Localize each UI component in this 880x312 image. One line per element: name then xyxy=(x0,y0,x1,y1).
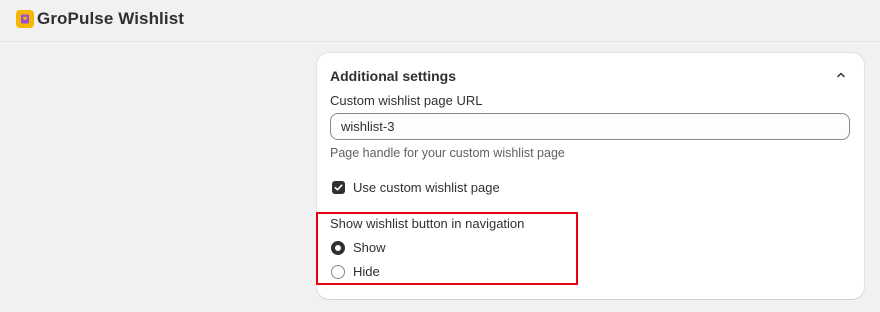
use-custom-page-checkbox[interactable] xyxy=(332,181,345,194)
chevron-up-icon[interactable] xyxy=(833,67,849,83)
additional-settings-card: Additional settings Custom wishlist page… xyxy=(317,53,864,299)
hide-radio[interactable] xyxy=(331,265,345,279)
wishlist-url-label: Custom wishlist page URL xyxy=(330,93,483,108)
wishlist-url-input[interactable] xyxy=(330,113,850,140)
wishlist-url-help-text: Page handle for your custom wishlist pag… xyxy=(330,146,565,160)
top-bar: GroPulse Wishlist xyxy=(0,0,880,42)
show-radio-label[interactable]: Show xyxy=(353,240,386,255)
use-custom-page-label[interactable]: Use custom wishlist page xyxy=(353,180,500,195)
hide-radio-label[interactable]: Hide xyxy=(353,264,380,279)
checkmark-icon xyxy=(334,184,343,191)
app-title: GroPulse Wishlist xyxy=(37,9,185,28)
gropulse-logo-icon xyxy=(16,10,34,28)
navigation-button-group-label: Show wishlist button in navigation xyxy=(330,216,525,231)
show-radio[interactable] xyxy=(331,241,345,255)
card-title: Additional settings xyxy=(330,68,456,84)
